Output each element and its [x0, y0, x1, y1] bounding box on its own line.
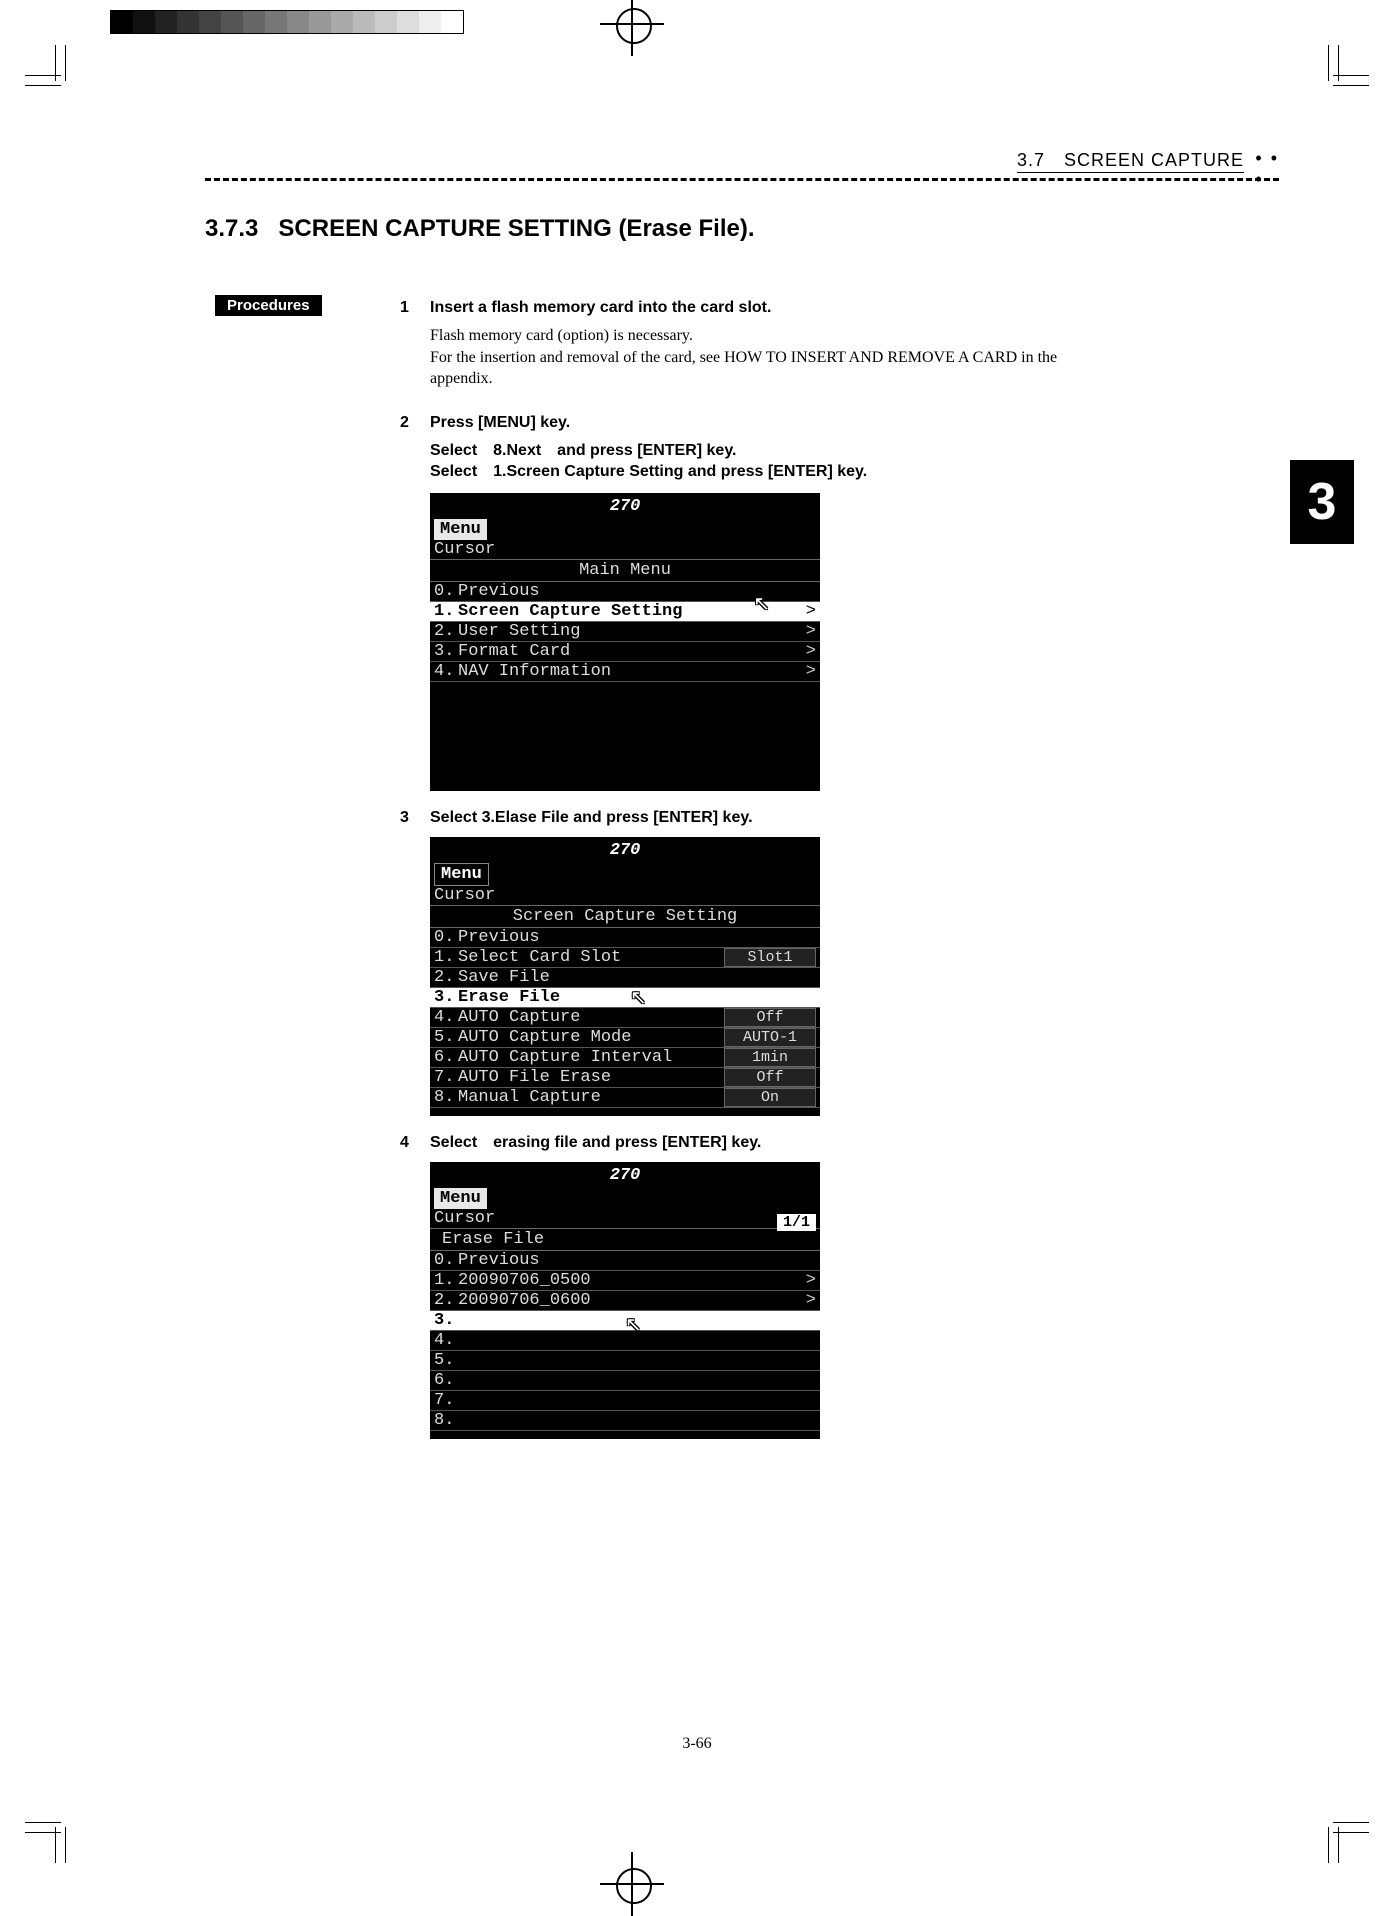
menu-row: 6.: [430, 1371, 820, 1391]
menu-row: 2.20090706_0600>: [430, 1291, 820, 1311]
procedures-badge: Procedures: [215, 295, 322, 316]
cursor-label: Cursor: [430, 1209, 820, 1228]
register-mark-bottom: [600, 1852, 664, 1916]
step-label: Select erasing file and press [ENTER] ke…: [430, 1134, 1120, 1152]
grayscale-swatches: [110, 10, 464, 34]
step-number: 2: [400, 414, 430, 432]
menu-row: 4.AUTO CaptureOff: [430, 1008, 820, 1028]
screen-title: Main Menu: [430, 559, 820, 582]
menu-row: 2.Save File: [430, 968, 820, 988]
footer-page-number: 3-66: [682, 1735, 711, 1753]
menu-row: 8.Manual CaptureOn: [430, 1088, 820, 1108]
chapter-tab: 3: [1290, 460, 1354, 544]
menu-label: Menu: [434, 863, 489, 886]
menu-row-highlighted: 3.Erase File: [430, 988, 820, 1008]
menu-row: 0.Previous: [430, 1251, 820, 1271]
screen-title: Erase File: [430, 1228, 820, 1251]
running-header: 3.7 SCREEN CAPTURE: [1017, 150, 1244, 171]
header-section-ref: 3.7 SCREEN CAPTURE: [1017, 150, 1244, 173]
page: 3.7 SCREEN CAPTURE • •• 3.7.3 SCREEN CAP…: [0, 0, 1394, 1908]
section-number: 3.7.3: [205, 215, 258, 242]
menu-row: 0.Previous: [430, 928, 820, 948]
crop-mark-top-left: [25, 45, 105, 125]
menu-row: 3.Format Card>: [430, 642, 820, 662]
step-1: 1 Insert a flash memory card into the ca…: [400, 299, 1120, 390]
menu-row: 4.NAV Information>: [430, 662, 820, 682]
screenshot-erase-file: 270 Menu Cursor Erase File 1/1 0.Previou…: [430, 1162, 820, 1439]
menu-row: 2.User Setting>: [430, 622, 820, 642]
step-number: 3: [400, 809, 430, 827]
header-dashed-rule: [205, 178, 1279, 181]
crop-mark-top-right: [1289, 45, 1369, 125]
screen-title: Screen Capture Setting: [430, 905, 820, 928]
cursor-label: Cursor: [430, 540, 820, 559]
cursor-arrow-icon: ↖: [753, 591, 770, 617]
crop-mark-bottom-left: [25, 1783, 105, 1863]
step-extra-lines: Select 8.Next and press [ENTER] key. Sel…: [430, 440, 1120, 483]
step-number: 1: [400, 299, 430, 317]
menu-row: 5.AUTO Capture ModeAUTO-1: [430, 1028, 820, 1048]
register-mark-top: [600, 0, 664, 56]
cursor-label: Cursor: [430, 886, 820, 905]
steps-column: 1 Insert a flash memory card into the ca…: [400, 293, 1120, 1457]
step-label: Insert a flash memory card into the card…: [430, 299, 1120, 317]
menu-row: 7.AUTO File EraseOff: [430, 1068, 820, 1088]
step-3: 3 Select 3.Elase File and press [ENTER] …: [400, 809, 1120, 1116]
heading-indicator: 270: [610, 1166, 641, 1185]
cursor-arrow-icon: ↖: [630, 985, 647, 1011]
screenshot-capture-setting: 270 Menu Cursor Screen Capture Setting 0…: [430, 837, 820, 1116]
heading-indicator: 270: [610, 841, 641, 860]
menu-row: 1.Select Card SlotSlot1: [430, 948, 820, 968]
menu-row: 1.20090706_0500>: [430, 1271, 820, 1291]
step-extra-line: Select 8.Next and press [ENTER] key.: [430, 440, 1120, 462]
step-extra-line: Select 1.Screen Capture Setting and pres…: [430, 461, 1120, 483]
menu-row: 5.: [430, 1351, 820, 1371]
screenshot-main-menu: 270 Menu Cursor Main Menu 0.Previous 1.S…: [430, 493, 820, 791]
menu-row: 8.: [430, 1411, 820, 1431]
page-indicator: 1/1: [777, 1214, 816, 1231]
step-label: Press [MENU] key.: [430, 414, 1120, 432]
header-dot-decoration: • ••: [1255, 148, 1279, 190]
menu-label: Menu: [434, 519, 487, 540]
heading-indicator: 270: [610, 497, 641, 516]
menu-row: 6.AUTO Capture Interval1min: [430, 1048, 820, 1068]
menu-label: Menu: [434, 1188, 487, 1209]
section-title: SCREEN CAPTURE SETTING (Erase File).: [278, 215, 754, 242]
step-body-line: For the insertion and removal of the car…: [430, 347, 1120, 390]
menu-row: 7.: [430, 1391, 820, 1411]
section-heading: 3.7.3 SCREEN CAPTURE SETTING (Erase File…: [205, 215, 755, 243]
step-2: 2 Press [MENU] key. Select 8.Next and pr…: [400, 414, 1120, 791]
step-4: 4 Select erasing file and press [ENTER] …: [400, 1134, 1120, 1439]
cursor-arrow-icon: ↖: [625, 1312, 642, 1338]
step-number: 4: [400, 1134, 430, 1152]
step-body: Flash memory card (option) is necessary.…: [430, 325, 1120, 390]
crop-mark-bottom-right: [1289, 1783, 1369, 1863]
step-body-line: Flash memory card (option) is necessary.: [430, 325, 1120, 347]
step-label: Select 3.Elase File and press [ENTER] ke…: [430, 809, 1120, 827]
